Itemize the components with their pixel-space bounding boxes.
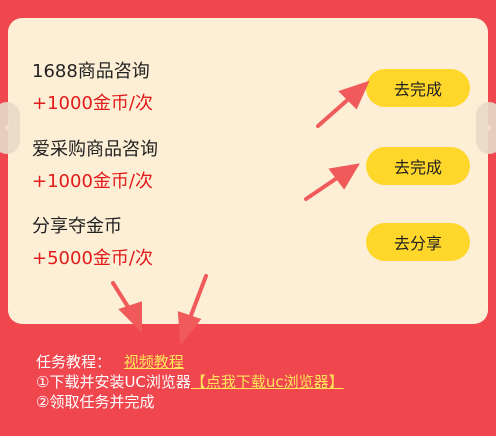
task-name: 1688商品咨询 — [32, 61, 150, 82]
tutorial-step-1: ①下载并安装UC浏览器【点我下载uc浏览器】 — [36, 372, 344, 392]
complete-button-aicaigou[interactable]: 去完成 — [366, 147, 470, 185]
task-reward: +1000金币/次 — [32, 93, 153, 114]
carousel-prev-icon[interactable]: ‹ — [0, 102, 20, 154]
tutorial-step-2: ②领取任务并完成 — [36, 392, 344, 412]
video-tutorial-link[interactable]: 视频教程 — [124, 353, 184, 371]
chevron-left-icon: ‹ — [4, 120, 10, 136]
tutorial-label: 任务教程： — [36, 353, 112, 371]
share-button[interactable]: 去分享 — [366, 223, 470, 261]
task-item-aicaigou: 爱采购商品咨询 +1000金币/次 — [32, 138, 158, 194]
task-reward: +1000金币/次 — [32, 171, 153, 192]
download-uc-link[interactable]: 【点我下载uc浏览器】 — [191, 373, 344, 391]
tutorial-section: 任务教程： 视频教程 ①下载并安装UC浏览器【点我下载uc浏览器】 ②领取任务并… — [36, 352, 344, 412]
step-2-text: ②领取任务并完成 — [36, 393, 155, 411]
step-1-text: ①下载并安装UC浏览器 — [36, 373, 191, 391]
carousel-next-icon[interactable]: › — [476, 102, 496, 154]
task-name: 分享夺金币 — [32, 216, 122, 237]
complete-button-1688[interactable]: 去完成 — [366, 69, 470, 107]
task-reward: +5000金币/次 — [32, 248, 153, 269]
tutorial-row-video: 任务教程： 视频教程 — [36, 352, 344, 372]
task-item-share: 分享夺金币 +5000金币/次 — [32, 215, 153, 271]
chevron-right-icon: › — [486, 120, 492, 136]
task-name: 爱采购商品咨询 — [32, 139, 158, 160]
task-item-1688: 1688商品咨询 +1000金币/次 — [32, 60, 153, 116]
